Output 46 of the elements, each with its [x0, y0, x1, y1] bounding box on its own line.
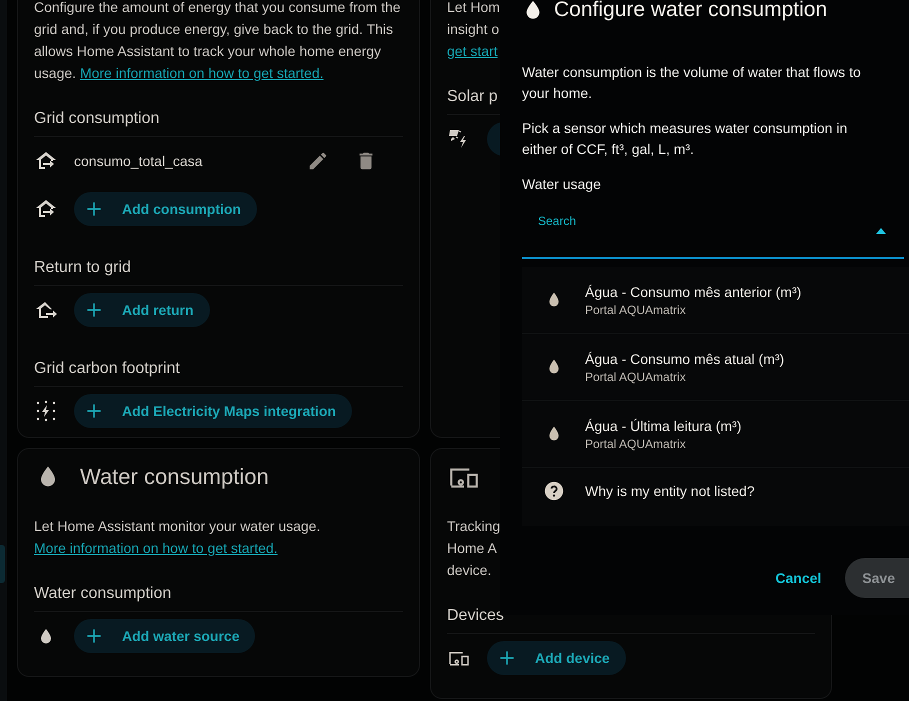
- field-floating-label: Search: [538, 214, 576, 228]
- add-water-source-button[interactable]: Add water source: [74, 619, 256, 653]
- option-source: Portal AQUAmatrix: [585, 436, 687, 450]
- dialog-text: Water consumption is the volume of water that flows to your home.: [522, 63, 862, 103]
- option-name: Água - Consumo mês anterior (m³): [585, 284, 802, 300]
- add-consumption-button[interactable]: Add return: [74, 293, 210, 327]
- save-button[interactable]: Save: [845, 558, 909, 598]
- help-link[interactable]: More information on how to get started.: [80, 65, 324, 81]
- entity-option[interactable]: Água - Consumo mês anterior (m³) Portal AQUAmatrix: [522, 267, 909, 334]
- field-label: Water usage: [522, 175, 602, 194]
- dotted-lightning-icon: [34, 399, 58, 423]
- add-consumption-button[interactable]: Add consumption: [74, 192, 257, 226]
- entity-option[interactable]: Água - Consumo mês atual (m³) Portal AQUAmatrix: [522, 334, 909, 401]
- help-icon: [543, 480, 565, 502]
- source-name: consumo_total_casa: [74, 153, 204, 169]
- option-source: Portal AQUAmatrix: [585, 302, 687, 316]
- option-name: Água - Consumo mês atual (m³): [585, 350, 784, 366]
- help-link[interactable]: More information on how to get started.: [34, 540, 278, 556]
- section-heading: Water consumption: [34, 584, 172, 604]
- card-description: Tracking: [447, 517, 500, 536]
- entity-option[interactable]: Água - Última leitura (m³) Portal AQUAmatrix: [522, 401, 909, 468]
- card-description: Let Hom: [447, 0, 500, 17]
- help-option[interactable]: Why is my entity not listed?: [522, 468, 909, 526]
- cancel-button[interactable]: Cancel: [775, 560, 822, 596]
- caret-icon[interactable]: [876, 228, 886, 234]
- card-title: Water consumption: [80, 464, 269, 490]
- card-description: Let Home Assistant monitor your water usage. More information on how to get started.: [34, 517, 322, 558]
- edit-pencil-icon[interactable]: [307, 150, 329, 172]
- card-description: Configure the amount of energy that you consume from the grid and, if you produce energy, give back to the grid. This allows Home Assistant to track your whole home energy usage. More information on how to get started.: [34, 0, 402, 83]
- dialog-title: Configure water consumption: [554, 0, 828, 22]
- card-description: device.: [447, 561, 492, 580]
- option-name: Why is my entity not listed?: [585, 483, 755, 499]
- dialog-text: Pick a sensor which measures water consumption in either of CCF, ft³, gal, L, m³.: [522, 119, 848, 159]
- section-heading: Grid carbon footprint: [34, 359, 180, 379]
- section-heading: Return to grid: [34, 258, 131, 278]
- add-device-button[interactable]: Add device: [487, 641, 626, 675]
- add-consumption-button[interactable]: Add Electricity Maps integration: [74, 394, 352, 428]
- search-field[interactable]: Search: [522, 203, 904, 259]
- section-heading: Devices: [447, 606, 504, 626]
- option-name: Água - Última leitura (m³): [585, 418, 742, 434]
- section-heading: Grid consumption: [34, 109, 160, 129]
- option-source: Portal AQUAmatrix: [585, 370, 687, 384]
- card-description: Home A: [447, 539, 497, 558]
- section-heading: Solar p: [447, 87, 498, 107]
- card-description: insight o: [447, 20, 500, 39]
- help-link[interactable]: get start: [447, 40, 498, 62]
